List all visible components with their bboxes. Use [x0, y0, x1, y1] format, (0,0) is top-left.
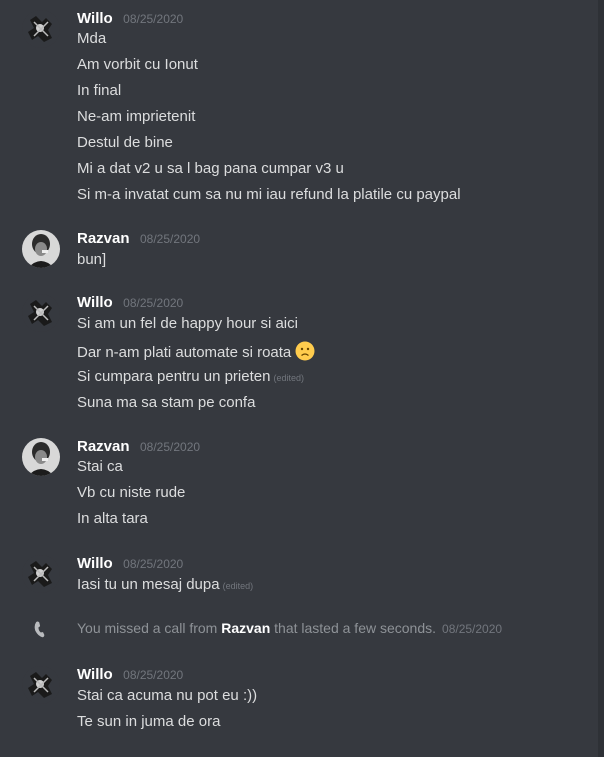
username[interactable]: Razvan: [77, 230, 130, 247]
missed-call-suffix: that lasted a few seconds.: [270, 620, 437, 636]
missed-call-message: You missed a call from Razvan that laste…: [77, 620, 502, 636]
message-line: Stai ca acuma nu pot eu :)): [77, 687, 258, 704]
willo-avatar-icon: [22, 10, 60, 48]
message-line: Vb cu niste rude: [77, 484, 186, 501]
message-line: Mda: [77, 30, 107, 47]
avatar[interactable]: [22, 230, 60, 268]
message-header: Willo 08/25/2020: [77, 10, 183, 30]
message-line: In alta tara: [77, 510, 148, 527]
username[interactable]: Willo: [77, 294, 113, 311]
message-line: Dar n-am plati automate si roata: [77, 341, 315, 363]
willo-avatar-icon: [22, 555, 60, 593]
slightly-frowning-face-icon: [295, 341, 315, 361]
username[interactable]: Willo: [77, 666, 113, 683]
message-line: Suna ma sa stam pe confa: [77, 394, 256, 411]
message-line: Si am un fel de happy hour si aici: [77, 315, 298, 332]
message-line: Stai ca: [77, 458, 123, 475]
razvan-avatar-icon: [22, 230, 60, 268]
willo-avatar-icon: [22, 666, 60, 704]
message-header: Razvan 08/25/2020: [77, 230, 200, 250]
timestamp: 08/25/2020: [123, 668, 184, 682]
razvan-avatar-icon: [22, 438, 60, 476]
message-text: Dar n-am plati automate si roata: [77, 344, 292, 361]
username[interactable]: Willo: [77, 555, 113, 572]
message-line: Am vorbit cu Ionut: [77, 56, 198, 73]
message-line: Destul de bine: [77, 134, 173, 151]
message-line: Si cumpara pentru un prieten (edited): [77, 367, 304, 388]
timestamp: 08/25/2020: [139, 232, 201, 246]
timestamp: 08/25/2020: [123, 296, 184, 310]
message-header: Razvan 08/25/2020: [77, 438, 200, 458]
timestamp: 08/25/2020: [442, 622, 503, 636]
message-line: In final: [77, 82, 122, 99]
avatar[interactable]: [22, 294, 60, 332]
timestamp: 08/25/2020: [123, 12, 184, 26]
message-line: Iasi tu un mesaj dupa (edited): [77, 575, 253, 596]
message-list: Willo 08/25/2020 Mda Am vorbit cu Ionut …: [0, 0, 598, 757]
message-text: Si cumpara pentru un prieten: [77, 368, 271, 385]
username[interactable]: Razvan: [77, 438, 130, 455]
avatar[interactable]: [22, 666, 60, 704]
edited-label: (edited): [273, 373, 304, 383]
message-line: Si m-a invatat cum sa nu mi iau refund l…: [77, 186, 461, 203]
edited-label: (edited): [222, 581, 254, 591]
willo-avatar-icon: [22, 294, 60, 332]
avatar[interactable]: [22, 438, 60, 476]
avatar[interactable]: [22, 10, 60, 48]
missed-call-prefix: You missed a call from: [77, 620, 222, 636]
timestamp: 08/25/2020: [139, 440, 201, 454]
scrollbar-track[interactable]: [598, 0, 604, 757]
message-line: Te sun in juma de ora: [77, 713, 221, 730]
message-text: Iasi tu un mesaj dupa: [77, 576, 220, 593]
timestamp: 08/25/2020: [123, 557, 184, 571]
avatar[interactable]: [22, 555, 60, 593]
message-header: Willo 08/25/2020: [77, 294, 183, 314]
message-line: bun]: [77, 251, 107, 268]
message-line: Mi a dat v2 u sa l bag pana cumpar v3 u: [77, 160, 344, 177]
phone-icon: [31, 620, 49, 638]
message-header: Willo 08/25/2020: [77, 666, 183, 686]
caller-name[interactable]: Razvan: [221, 620, 270, 636]
message-header: Willo 08/25/2020: [77, 555, 183, 575]
username[interactable]: Willo: [77, 10, 113, 27]
message-line: Ne-am imprietenit: [77, 108, 196, 125]
